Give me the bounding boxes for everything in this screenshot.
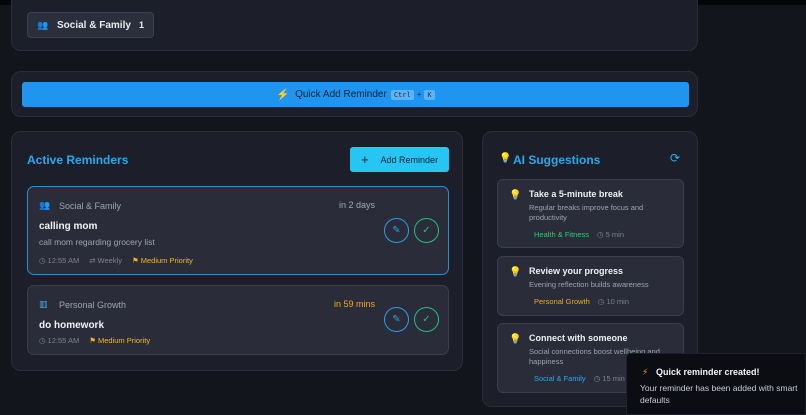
shortcut-plus: +: [416, 90, 422, 99]
suggestion-tags: Health & Fitness ◷ 5 min: [534, 230, 624, 239]
suggestion-description: Regular breaks improve focus and product…: [529, 203, 644, 223]
reminder-description: call mom regarding grocery list: [39, 237, 155, 247]
suggestion-category: Social & Family: [534, 374, 586, 383]
reminder-category-label: Social & Family: [59, 200, 122, 211]
check-icon: ✓: [422, 314, 431, 325]
active-reminders-panel: Active Reminders + Add Reminder 👥 Social…: [11, 131, 463, 371]
reminder-priority: Medium Priority: [140, 256, 193, 265]
suggestion-duration: 10 min: [606, 297, 630, 306]
check-icon: ✓: [422, 225, 431, 236]
people-icon: 👥: [37, 19, 49, 30]
reminder-due: in 59 mins: [333, 299, 375, 309]
quick-add-label: Quick Add Reminder: [295, 89, 387, 100]
clock-icon: ◷: [39, 336, 46, 345]
reminder-priority: Medium Priority: [97, 336, 151, 345]
suggestion-tags: Personal Growth ◷ 10 min: [534, 297, 629, 306]
reminder-card[interactable]: ▥ Personal Growth in 59 mins do homework…: [27, 285, 449, 355]
suggestion-card[interactable]: 💡 Review your progress Evening reflectio…: [497, 256, 684, 316]
add-reminder-label: Add Reminder: [380, 154, 439, 165]
reminder-category: 👥 Social & Family: [39, 200, 121, 211]
suggestion-tags: Social & Family ◷ 15 min: [534, 374, 625, 383]
reminder-due: in 2 days: [338, 200, 375, 210]
suggestion-category: Personal Growth: [534, 297, 590, 306]
flag-icon: ⚑: [132, 256, 139, 265]
plus-icon: +: [360, 152, 369, 167]
reminder-repeat: Weekly: [97, 256, 122, 265]
clock-icon: ◷: [597, 297, 607, 306]
people-icon: 👥: [39, 200, 51, 210]
reminder-meta: ◷ 12:55 AM ⇄ Weekly ⚑ Medium Priority: [39, 256, 203, 265]
complete-button[interactable]: ✓: [414, 307, 439, 332]
reminder-category: ▥ Personal Growth: [39, 299, 126, 310]
toast-title: Quick reminder created!: [656, 367, 760, 377]
clock-icon: ◷: [597, 230, 606, 239]
edit-icon: ✎: [392, 225, 401, 236]
refresh-icon[interactable]: ⟳: [670, 151, 680, 165]
reminder-title: calling mom: [39, 221, 98, 232]
edit-button[interactable]: ✎: [384, 218, 409, 243]
lightbulb-icon: 💡: [509, 267, 522, 278]
category-card: 👥 Social & Family 1: [11, 0, 698, 51]
shortcut-key-ctrl: Ctrl: [390, 89, 414, 100]
lightning-icon: ⚡: [276, 89, 291, 101]
suggestion-duration: 5 min: [605, 230, 625, 239]
reminder-time: 12:55 AM: [47, 336, 80, 345]
category-chip-label: Social & Family: [57, 19, 131, 31]
reminder-time: 12:55 AM: [47, 256, 80, 265]
active-reminders-title: Active Reminders: [27, 153, 129, 167]
quick-add-button[interactable]: ⚡ Quick Add Reminder Ctrl + K: [22, 82, 689, 107]
lightbulb-icon: 💡: [499, 153, 512, 164]
complete-button[interactable]: ✓: [414, 218, 439, 243]
ai-suggestions-title: AI Suggestions: [513, 153, 601, 167]
books-icon: ▥: [39, 299, 48, 309]
category-chip-count: 1: [138, 20, 144, 30]
suggestion-title: Connect with someone: [529, 333, 628, 343]
lightning-icon: ⚡: [642, 367, 649, 377]
repeat-icon: ⇄: [89, 256, 96, 265]
clock-icon: ◷: [593, 374, 603, 383]
toast-message: Your reminder has been added with smart …: [640, 383, 798, 405]
quick-add-card: ⚡ Quick Add Reminder Ctrl + K: [11, 71, 698, 117]
suggestion-title: Review your progress: [529, 266, 624, 276]
category-chip-social-family[interactable]: 👥 Social & Family 1: [27, 12, 154, 38]
lightbulb-icon: 💡: [509, 190, 522, 201]
suggestion-card[interactable]: 💡 Take a 5-minute break Regular breaks i…: [497, 179, 684, 248]
suggestion-duration: 15 min: [602, 374, 625, 383]
reminder-card[interactable]: 👥 Social & Family in 2 days calling mom …: [27, 186, 449, 275]
edit-icon: ✎: [392, 314, 401, 325]
suggestion-category: Health & Fitness: [534, 230, 590, 239]
edit-button[interactable]: ✎: [384, 307, 409, 332]
suggestion-description: Evening reflection builds awareness: [529, 280, 649, 289]
reminder-category-label: Personal Growth: [59, 299, 127, 310]
suggestion-title: Take a 5-minute break: [529, 189, 623, 199]
lightbulb-icon: 💡: [509, 334, 522, 345]
clock-icon: ◷: [39, 256, 46, 265]
reminder-meta: ◷ 12:55 AM ⚑ Medium Priority: [39, 336, 160, 345]
reminder-title: do homework: [39, 320, 105, 331]
shortcut-key-k: K: [424, 89, 435, 100]
toast-notification[interactable]: ⚡ Quick reminder created! Your reminder …: [626, 353, 806, 415]
flag-icon: ⚑: [89, 336, 96, 345]
add-reminder-button[interactable]: + Add Reminder: [350, 147, 449, 172]
